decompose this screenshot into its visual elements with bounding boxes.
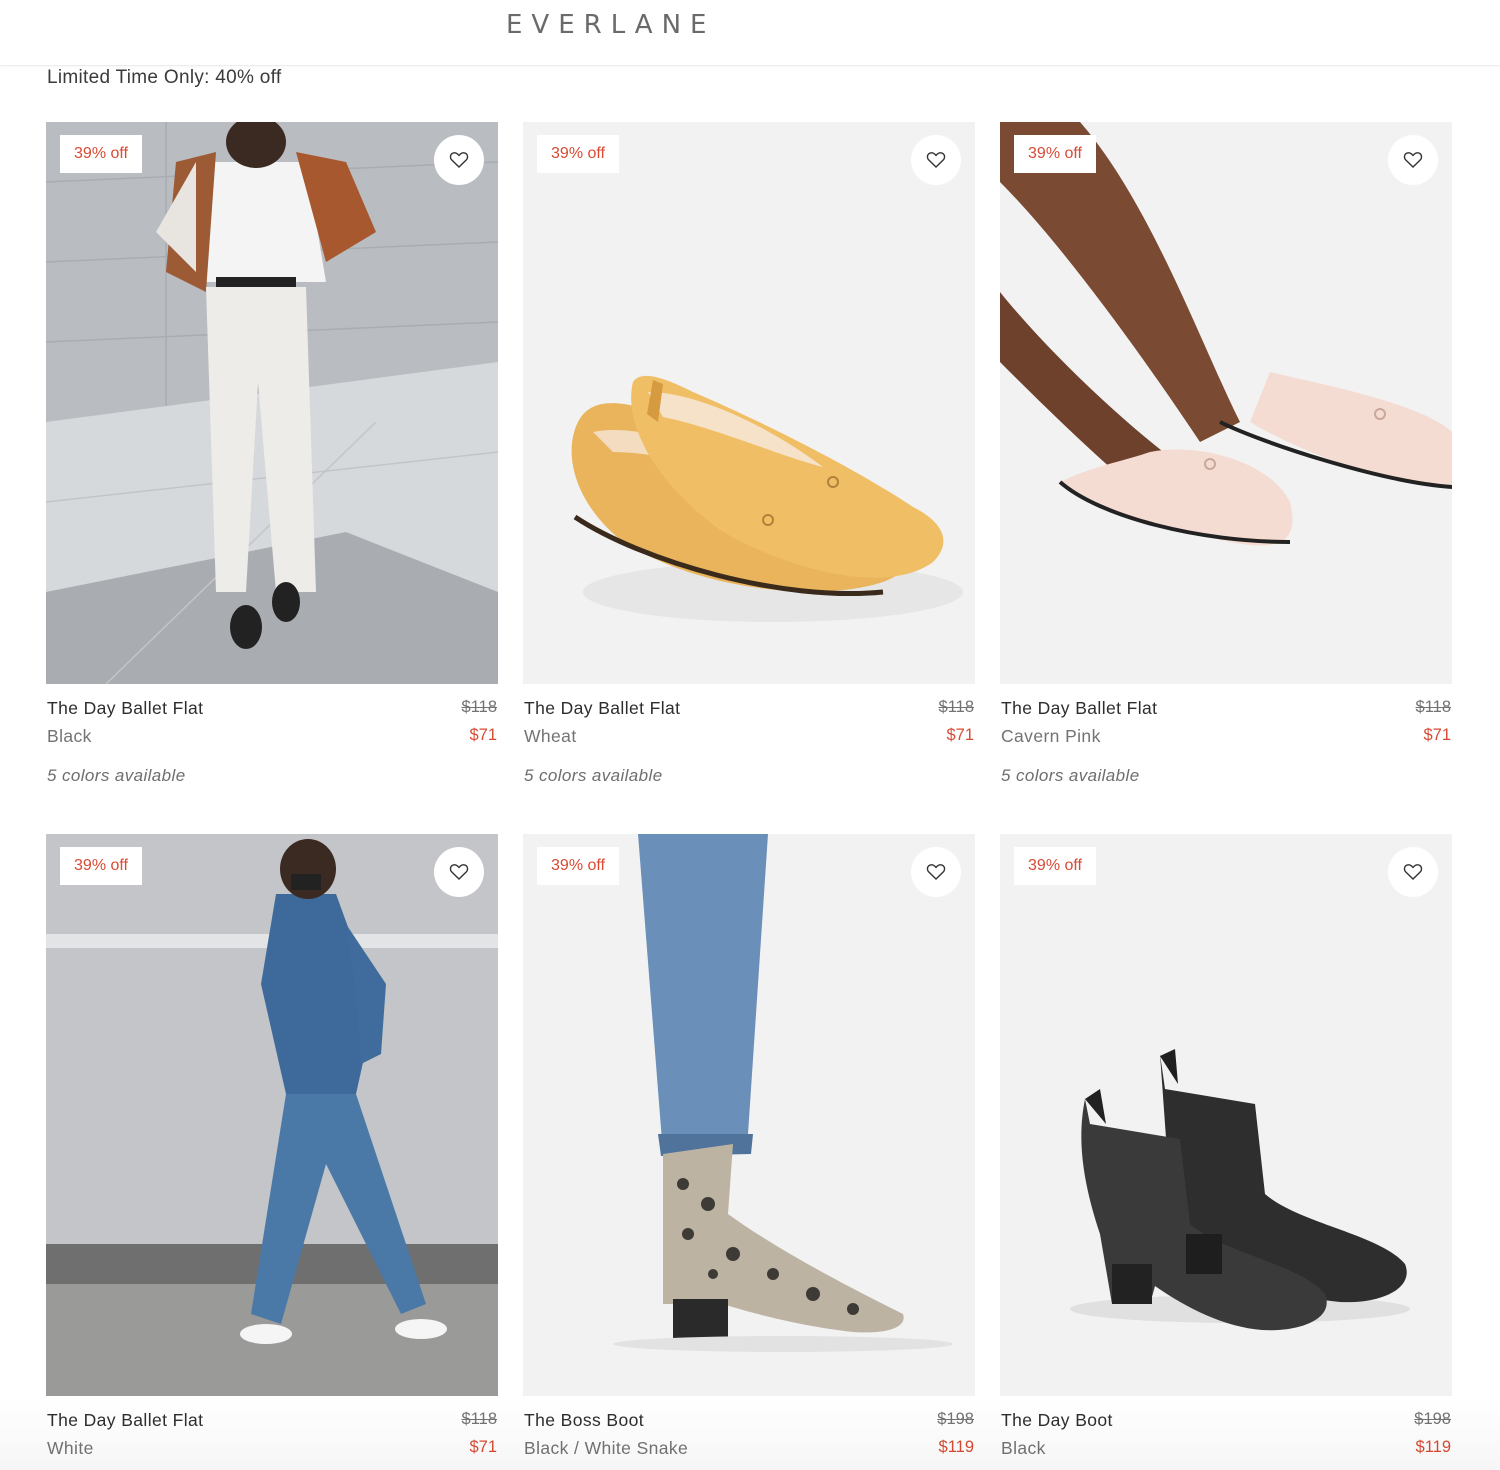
discount-badge: 39% off bbox=[60, 847, 142, 885]
discount-badge: 39% off bbox=[1014, 847, 1096, 885]
favorite-button[interactable] bbox=[1388, 847, 1438, 897]
original-price: $118 bbox=[461, 698, 497, 716]
product-name[interactable]: The Day Ballet Flat bbox=[47, 698, 203, 719]
product-card[interactable]: 39% off The Day Ballet Flat Wheat $118 $… bbox=[523, 122, 975, 802]
product-color: White bbox=[47, 1438, 94, 1458]
promo-banner-text: Limited Time Only: 40% off bbox=[47, 67, 282, 88]
product-card[interactable]: 39% off The Day Boot Black $198 $119 bbox=[1000, 834, 1452, 1470]
discount-badge: 39% off bbox=[1014, 135, 1096, 173]
product-image[interactable]: 39% off bbox=[523, 834, 975, 1396]
favorite-button[interactable] bbox=[911, 847, 961, 897]
sale-price: $71 bbox=[469, 726, 497, 744]
heart-outline-icon bbox=[926, 152, 946, 168]
product-image[interactable]: 39% off bbox=[1000, 122, 1452, 684]
product-color: Cavern Pink bbox=[1001, 726, 1101, 746]
discount-badge: 39% off bbox=[537, 847, 619, 885]
product-image[interactable]: 39% off bbox=[523, 122, 975, 684]
favorite-button[interactable] bbox=[1388, 135, 1438, 185]
favorite-button[interactable] bbox=[434, 135, 484, 185]
heart-outline-icon bbox=[1403, 152, 1423, 168]
heart-outline-icon bbox=[449, 152, 469, 168]
discount-badge: 39% off bbox=[60, 135, 142, 173]
product-image[interactable]: 39% off bbox=[1000, 834, 1452, 1396]
heart-outline-icon bbox=[1403, 864, 1423, 880]
site-header: EVERLANE bbox=[0, 0, 1500, 66]
favorite-button[interactable] bbox=[434, 847, 484, 897]
product-name[interactable]: The Day Ballet Flat bbox=[524, 698, 680, 719]
colors-available[interactable]: 5 colors available bbox=[1001, 766, 1140, 786]
sale-price: $71 bbox=[946, 726, 974, 744]
heart-outline-icon bbox=[926, 864, 946, 880]
product-color: Black bbox=[1001, 1438, 1046, 1458]
original-price: $118 bbox=[1415, 698, 1451, 716]
sale-price: $119 bbox=[938, 1438, 974, 1456]
product-name[interactable]: The Boss Boot bbox=[524, 1410, 644, 1431]
product-name[interactable]: The Day Ballet Flat bbox=[1001, 698, 1157, 719]
product-card[interactable]: 39% off The Day Ballet Flat Cavern Pink … bbox=[1000, 122, 1452, 802]
sale-price: $71 bbox=[469, 1438, 497, 1456]
original-price: $198 bbox=[937, 1410, 974, 1428]
product-card[interactable]: 39% off The Day Ballet Flat Black $118 $… bbox=[46, 122, 498, 802]
product-card[interactable]: 39% off The Boss Boot Black / White Snak… bbox=[523, 834, 975, 1470]
favorite-button[interactable] bbox=[911, 135, 961, 185]
discount-badge: 39% off bbox=[537, 135, 619, 173]
everlane-logo[interactable]: EVERLANE bbox=[506, 10, 715, 40]
sale-price: $119 bbox=[1415, 1438, 1451, 1456]
product-image[interactable]: 39% off bbox=[46, 834, 498, 1396]
original-price: $118 bbox=[461, 1410, 497, 1428]
product-color: Wheat bbox=[524, 726, 577, 746]
product-color: Black / White Snake bbox=[524, 1438, 689, 1458]
product-color: Black bbox=[47, 726, 92, 746]
product-card[interactable]: 39% off The Day Ballet Flat White $118 $… bbox=[46, 834, 498, 1470]
original-price: $118 bbox=[938, 698, 974, 716]
original-price: $198 bbox=[1414, 1410, 1451, 1428]
heart-outline-icon bbox=[449, 864, 469, 880]
colors-available[interactable]: 5 colors available bbox=[524, 766, 663, 786]
product-image[interactable]: 39% off bbox=[46, 122, 498, 684]
product-name[interactable]: The Day Boot bbox=[1001, 1410, 1113, 1431]
colors-available[interactable]: 5 colors available bbox=[47, 766, 186, 786]
sale-price: $71 bbox=[1423, 726, 1451, 744]
product-name[interactable]: The Day Ballet Flat bbox=[47, 1410, 203, 1431]
